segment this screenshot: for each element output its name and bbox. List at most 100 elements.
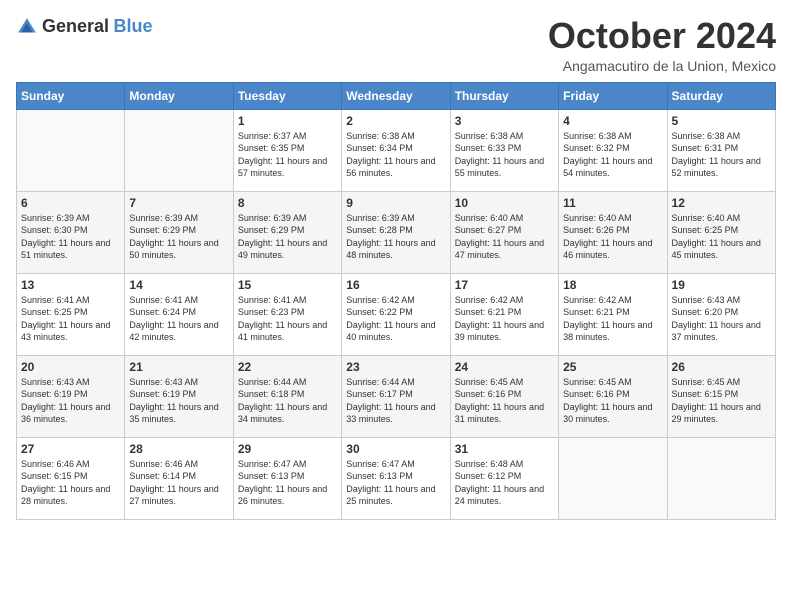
header-wednesday: Wednesday [342,82,450,109]
day-number: 6 [21,196,120,210]
header-tuesday: Tuesday [233,82,341,109]
calendar-week-1: 1 Sunrise: 6:37 AM Sunset: 6:35 PM Daylig… [17,109,776,191]
calendar-cell: 9 Sunrise: 6:39 AM Sunset: 6:28 PM Daylig… [342,191,450,273]
day-info: Sunrise: 6:43 AM Sunset: 6:19 PM Dayligh… [129,376,228,426]
day-info: Sunrise: 6:40 AM Sunset: 6:26 PM Dayligh… [563,212,662,262]
calendar-cell: 29Sunrise: 6:47 AM Sunset: 6:13 PM Dayli… [233,437,341,519]
calendar-cell: 17Sunrise: 6:42 AM Sunset: 6:21 PM Dayli… [450,273,558,355]
day-number: 25 [563,360,662,374]
header-row: Sunday Monday Tuesday Wednesday Thursday… [17,82,776,109]
day-info: Sunrise: 6:44 AM Sunset: 6:17 PM Dayligh… [346,376,445,426]
day-number: 18 [563,278,662,292]
month-title: October 2024 [548,16,776,56]
day-number: 15 [238,278,337,292]
calendar-week-3: 13 Sunrise: 6:41 AM Sunset: 6:25 PM Dayli… [17,273,776,355]
day-number: 16 [346,278,445,292]
day-info: Sunrise: 6:41 AM Sunset: 6:25 PM Dayligh… [21,294,120,344]
calendar-cell: 10 Sunrise: 6:40 AM Sunset: 6:27 PM Dayli… [450,191,558,273]
day-number: 14 [129,278,228,292]
day-info: Sunrise: 6:39 AM Sunset: 6:28 PM Dayligh… [346,212,445,262]
calendar-cell: 11Sunrise: 6:40 AM Sunset: 6:26 PM Dayli… [559,191,667,273]
day-info: Sunrise: 6:41 AM Sunset: 6:23 PM Dayligh… [238,294,337,344]
day-number: 13 [21,278,120,292]
day-number: 21 [129,360,228,374]
day-info: Sunrise: 6:42 AM Sunset: 6:21 PM Dayligh… [455,294,554,344]
calendar-cell: 24 Sunrise: 6:45 AM Sunset: 6:16 PM Dayli… [450,355,558,437]
calendar-cell: 25 Sunrise: 6:45 AM Sunset: 6:16 PM Dayli… [559,355,667,437]
calendar-body: 1 Sunrise: 6:37 AM Sunset: 6:35 PM Daylig… [17,109,776,519]
day-info: Sunrise: 6:42 AM Sunset: 6:21 PM Dayligh… [563,294,662,344]
day-info: Sunrise: 6:40 AM Sunset: 6:27 PM Dayligh… [455,212,554,262]
day-number: 8 [238,196,337,210]
calendar-cell: 2 Sunrise: 6:38 AM Sunset: 6:34 PM Daylig… [342,109,450,191]
day-info: Sunrise: 6:44 AM Sunset: 6:18 PM Dayligh… [238,376,337,426]
day-number: 9 [346,196,445,210]
calendar-cell: 16 Sunrise: 6:42 AM Sunset: 6:22 PM Dayli… [342,273,450,355]
calendar-cell: 13 Sunrise: 6:41 AM Sunset: 6:25 PM Dayli… [17,273,125,355]
day-number: 24 [455,360,554,374]
calendar-cell: 21 Sunrise: 6:43 AM Sunset: 6:19 PM Dayli… [125,355,233,437]
calendar-cell: 18 Sunrise: 6:42 AM Sunset: 6:21 PM Dayli… [559,273,667,355]
calendar-cell: 28Sunrise: 6:46 AM Sunset: 6:14 PM Dayli… [125,437,233,519]
day-info: Sunrise: 6:39 AM Sunset: 6:29 PM Dayligh… [129,212,228,262]
day-info: Sunrise: 6:47 AM Sunset: 6:13 PM Dayligh… [346,458,445,508]
logo-icon [16,16,38,38]
day-info: Sunrise: 6:45 AM Sunset: 6:15 PM Dayligh… [672,376,771,426]
day-number: 26 [672,360,771,374]
calendar-cell: 22 Sunrise: 6:44 AM Sunset: 6:18 PM Dayli… [233,355,341,437]
day-number: 30 [346,442,445,456]
calendar-cell: 1 Sunrise: 6:37 AM Sunset: 6:35 PM Daylig… [233,109,341,191]
calendar-cell [667,437,775,519]
calendar-cell: 27 Sunrise: 6:46 AM Sunset: 6:15 PM Dayli… [17,437,125,519]
logo: General Blue [16,16,153,38]
day-info: Sunrise: 6:38 AM Sunset: 6:33 PM Dayligh… [455,130,554,180]
day-number: 10 [455,196,554,210]
day-info: Sunrise: 6:41 AM Sunset: 6:24 PM Dayligh… [129,294,228,344]
title-area: October 2024 Angamacutiro de la Union, M… [548,16,776,74]
day-number: 22 [238,360,337,374]
day-number: 19 [672,278,771,292]
day-info: Sunrise: 6:43 AM Sunset: 6:20 PM Dayligh… [672,294,771,344]
day-number: 5 [672,114,771,128]
day-number: 23 [346,360,445,374]
calendar-cell: 8 Sunrise: 6:39 AM Sunset: 6:29 PM Daylig… [233,191,341,273]
calendar-cell: 5 Sunrise: 6:38 AM Sunset: 6:31 PM Daylig… [667,109,775,191]
calendar-cell: 30 Sunrise: 6:47 AM Sunset: 6:13 PM Dayli… [342,437,450,519]
header-monday: Monday [125,82,233,109]
calendar-cell: 26 Sunrise: 6:45 AM Sunset: 6:15 PM Dayli… [667,355,775,437]
page-header: General Blue October 2024 Angamacutiro d… [16,16,776,74]
calendar-cell: 6Sunrise: 6:39 AM Sunset: 6:30 PM Daylig… [17,191,125,273]
calendar-week-2: 6Sunrise: 6:39 AM Sunset: 6:30 PM Daylig… [17,191,776,273]
day-number: 4 [563,114,662,128]
day-info: Sunrise: 6:42 AM Sunset: 6:22 PM Dayligh… [346,294,445,344]
day-number: 31 [455,442,554,456]
day-number: 27 [21,442,120,456]
calendar-cell: 14 Sunrise: 6:41 AM Sunset: 6:24 PM Dayli… [125,273,233,355]
calendar-cell: 7Sunrise: 6:39 AM Sunset: 6:29 PM Daylig… [125,191,233,273]
calendar-cell: 20 Sunrise: 6:43 AM Sunset: 6:19 PM Dayli… [17,355,125,437]
day-number: 2 [346,114,445,128]
calendar-cell: 19 Sunrise: 6:43 AM Sunset: 6:20 PM Dayli… [667,273,775,355]
day-info: Sunrise: 6:43 AM Sunset: 6:19 PM Dayligh… [21,376,120,426]
day-number: 28 [129,442,228,456]
day-info: Sunrise: 6:37 AM Sunset: 6:35 PM Dayligh… [238,130,337,180]
logo-blue: Blue [114,16,153,36]
day-number: 29 [238,442,337,456]
header-friday: Friday [559,82,667,109]
day-info: Sunrise: 6:45 AM Sunset: 6:16 PM Dayligh… [455,376,554,426]
day-info: Sunrise: 6:39 AM Sunset: 6:29 PM Dayligh… [238,212,337,262]
calendar-cell: 4Sunrise: 6:38 AM Sunset: 6:32 PM Daylig… [559,109,667,191]
day-number: 1 [238,114,337,128]
day-info: Sunrise: 6:38 AM Sunset: 6:34 PM Dayligh… [346,130,445,180]
day-number: 20 [21,360,120,374]
calendar-cell: 31 Sunrise: 6:48 AM Sunset: 6:12 PM Dayli… [450,437,558,519]
header-sunday: Sunday [17,82,125,109]
day-info: Sunrise: 6:48 AM Sunset: 6:12 PM Dayligh… [455,458,554,508]
header-saturday: Saturday [667,82,775,109]
calendar-week-4: 20 Sunrise: 6:43 AM Sunset: 6:19 PM Dayli… [17,355,776,437]
calendar-cell [17,109,125,191]
day-info: Sunrise: 6:38 AM Sunset: 6:31 PM Dayligh… [672,130,771,180]
calendar-cell: 15 Sunrise: 6:41 AM Sunset: 6:23 PM Dayli… [233,273,341,355]
day-info: Sunrise: 6:46 AM Sunset: 6:15 PM Dayligh… [21,458,120,508]
day-info: Sunrise: 6:45 AM Sunset: 6:16 PM Dayligh… [563,376,662,426]
